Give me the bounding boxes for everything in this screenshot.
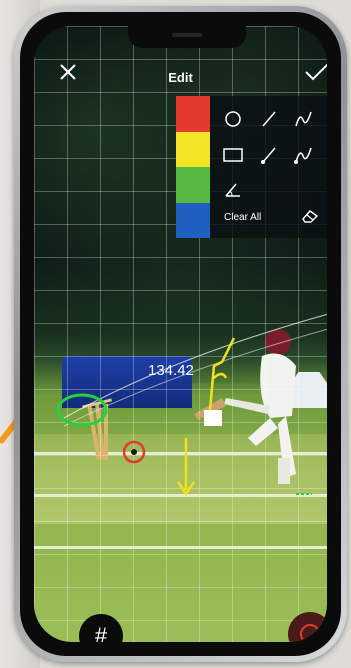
ball-trajectory-line [63, 328, 327, 427]
record-icon [300, 624, 320, 642]
checkmark-icon[interactable] [304, 62, 327, 87]
angle-icon[interactable] [224, 180, 242, 203]
color-swatch-green[interactable] [176, 167, 210, 203]
color-swatch-yellow[interactable] [176, 131, 210, 167]
phone-notch [128, 26, 246, 48]
app-screen: 134.42 Edit Clear All # [34, 26, 327, 642]
freehand-icon[interactable] [294, 110, 314, 133]
eraser-icon[interactable] [300, 208, 320, 229]
rectangle-icon[interactable] [222, 146, 244, 169]
drawing-tools-panel: Clear All [210, 96, 327, 238]
color-swatch-blue[interactable] [176, 202, 210, 238]
speed-measurement-label: 134.42 [148, 362, 194, 379]
red-circle-center [131, 449, 137, 455]
clear-all-button[interactable]: Clear All [224, 212, 261, 223]
freehand-arrow-icon[interactable] [294, 146, 314, 169]
grid-icon: # [94, 623, 108, 642]
page-title: Edit [168, 70, 193, 85]
line-arrow-icon[interactable] [260, 146, 278, 169]
circle-icon[interactable] [224, 110, 242, 133]
line-icon[interactable] [260, 110, 278, 133]
color-swatch-red[interactable] [176, 96, 210, 132]
speaker [172, 33, 202, 37]
phone-frame: 134.42 Edit Clear All # [14, 6, 347, 662]
color-palette [176, 96, 210, 238]
phone-bezel: 134.42 Edit Clear All # [20, 12, 341, 656]
yellow-angle-arc [213, 372, 228, 379]
